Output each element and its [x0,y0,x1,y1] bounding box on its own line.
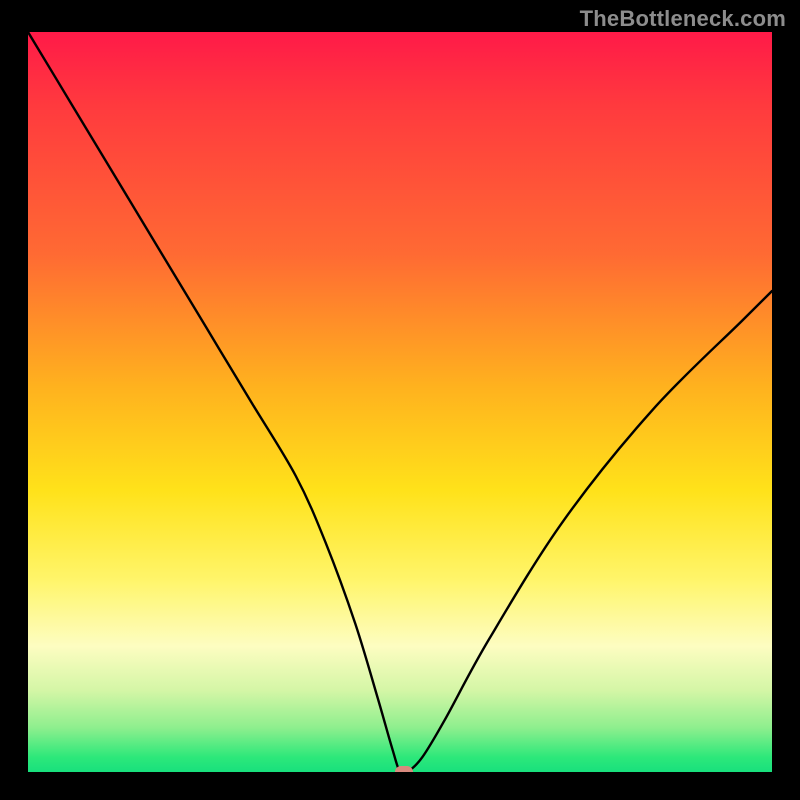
chart-frame: TheBottleneck.com [0,0,800,800]
min-point-marker [395,766,413,772]
watermark-text: TheBottleneck.com [580,6,786,32]
bottleneck-curve [28,32,772,772]
plot-area [28,32,772,772]
bottleneck-curve-path [28,32,772,772]
